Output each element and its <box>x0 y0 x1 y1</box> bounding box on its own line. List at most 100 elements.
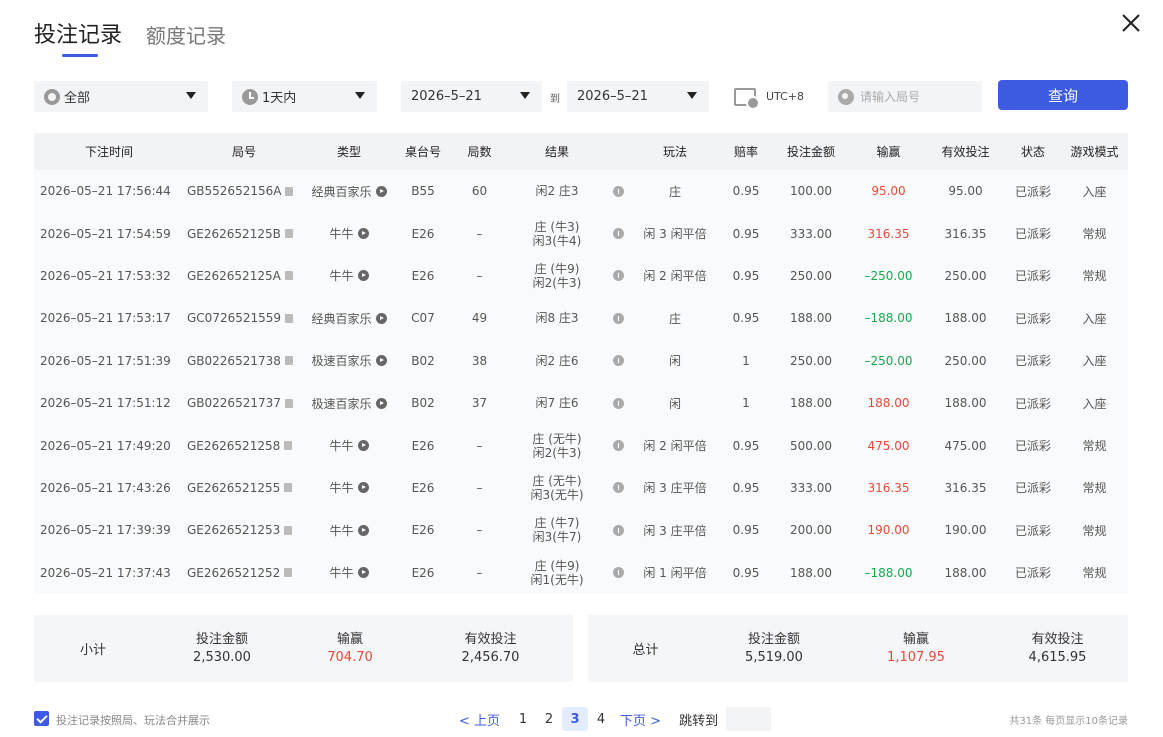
game-type-cell: 牛牛 <box>304 267 394 284</box>
play-replay-icon[interactable] <box>357 228 369 240</box>
info-icon[interactable] <box>612 312 624 324</box>
jump-to-page-input[interactable] <box>726 707 772 731</box>
game-type-cell: 经典百家乐 <box>304 310 394 327</box>
copy-icon[interactable] <box>284 525 293 535</box>
next-page-link[interactable]: 下页 > <box>620 710 661 729</box>
close-button[interactable] <box>1119 11 1143 35</box>
game-type-cell: 经典百家乐 <box>304 183 394 200</box>
bet-time: 2026–05–21 17:37:43 <box>40 565 171 580</box>
table-header: 下注时间 局号 类型 桌台号 局数 结果 玩法 赔率 投注金额 输赢 有效投注 … <box>34 133 1128 170</box>
info-icon[interactable] <box>612 567 624 579</box>
copy-icon[interactable] <box>284 229 293 239</box>
page-2-button[interactable]: 2 <box>536 707 562 731</box>
play-replay-icon[interactable] <box>357 482 369 494</box>
info-icon[interactable] <box>612 355 624 367</box>
total-valid-label: 有效投注 <box>1031 631 1084 647</box>
round-id-cell: GE2626521253 <box>184 523 304 537</box>
round-no: 49 <box>471 311 488 326</box>
valid-bet: 316.35 <box>944 480 987 495</box>
play-replay-icon[interactable] <box>357 270 369 282</box>
play-replay-icon[interactable] <box>375 397 387 409</box>
info-icon[interactable] <box>612 482 624 494</box>
game-type-cell: 极速百家乐 <box>304 395 394 412</box>
odds: 0.95 <box>732 565 760 580</box>
play-replay-icon[interactable] <box>375 312 387 324</box>
odds: 1 <box>742 353 750 368</box>
info-cell <box>607 312 629 324</box>
subtotal-bet-value: 2,530.00 <box>193 649 251 665</box>
tab-bet-records-label: 投注记录 <box>34 23 123 48</box>
bet-amount: 188.00 <box>790 565 832 580</box>
copy-icon[interactable] <box>284 398 293 408</box>
result-line: 庄 (牛9) <box>534 558 580 573</box>
play-replay-icon[interactable] <box>357 524 369 536</box>
play-replay-icon[interactable] <box>357 567 369 579</box>
copy-icon[interactable] <box>285 186 294 196</box>
subtotal-valid: 有效投注 2,456.70 <box>408 631 573 667</box>
prev-page-link[interactable]: < 上页 <box>459 710 500 729</box>
play-replay-icon[interactable] <box>357 440 369 452</box>
tab-bet-records[interactable]: 投注记录 <box>34 20 123 57</box>
bet-play: 闲 1 闲平倍 <box>643 566 707 581</box>
info-icon[interactable] <box>612 270 624 282</box>
total-label: 总计 <box>632 643 659 658</box>
game-mode: 入座 <box>1082 396 1107 411</box>
bet-amount: 333.00 <box>790 480 832 495</box>
game-mode: 常规 <box>1082 227 1107 242</box>
copy-icon[interactable] <box>284 271 293 281</box>
play-replay-icon[interactable] <box>375 185 387 197</box>
subtotal-bet: 投注金额 2,530.00 <box>152 631 292 667</box>
total-bet-value: 5,519.00 <box>745 649 803 665</box>
info-icon[interactable] <box>612 185 624 197</box>
valid-bet: 250.00 <box>944 353 987 368</box>
bet-amount: 250.00 <box>790 268 832 283</box>
round-id: GC0726521559 <box>187 311 282 326</box>
game-mode: 常规 <box>1082 523 1107 538</box>
play-replay-icon[interactable] <box>375 355 387 367</box>
time-range-select[interactable]: 1天内 <box>232 81 377 112</box>
timezone-picker[interactable]: UTC+8 <box>734 81 804 112</box>
odds: 0.95 <box>732 480 760 495</box>
page-4-button[interactable]: 4 <box>588 707 614 731</box>
info-cell <box>607 524 629 536</box>
round-search-input[interactable] <box>860 89 980 104</box>
subtotal-bet-label: 投注金额 <box>195 631 248 647</box>
round-id: GE262652125A <box>187 268 281 283</box>
round-id-cell: GE2626521252 <box>184 566 304 580</box>
page-1-button[interactable]: 1 <box>510 707 536 731</box>
tab-credit-records[interactable]: 额度记录 <box>146 20 226 52</box>
info-icon[interactable] <box>612 228 624 240</box>
page-3-button[interactable]: 3 <box>562 707 589 731</box>
copy-icon[interactable] <box>284 441 293 451</box>
table-no: E26 <box>411 565 435 580</box>
status: 已派彩 <box>1014 439 1051 454</box>
table-no: B02 <box>411 396 435 411</box>
result-line: 庄 (牛7) <box>534 516 580 531</box>
game-type: 牛牛 <box>329 523 354 538</box>
col-header-result: 结果 <box>544 144 569 159</box>
copy-icon[interactable] <box>284 568 293 578</box>
date-to-select[interactable]: 2026–5–21 <box>567 81 709 112</box>
status: 已派彩 <box>1014 227 1051 242</box>
game-type: 极速百家乐 <box>311 396 372 411</box>
merge-checkbox[interactable] <box>34 711 49 726</box>
game-type: 牛牛 <box>329 269 354 284</box>
info-icon[interactable] <box>612 524 624 536</box>
round-search-field[interactable] <box>828 81 982 112</box>
copy-icon[interactable] <box>284 483 293 493</box>
game-select[interactable]: 全部 <box>34 81 208 112</box>
bet-play: 闲 3 庄平倍 <box>643 481 707 496</box>
result-line: 闲3(无牛) <box>530 487 584 502</box>
copy-icon[interactable] <box>285 313 294 323</box>
info-cell <box>607 567 629 579</box>
date-from-select[interactable]: 2026–5–21 <box>401 81 542 112</box>
col-header-time: 下注时间 <box>84 145 133 159</box>
table-no: E26 <box>411 523 435 538</box>
jump-to-label: 跳转到 <box>679 713 719 729</box>
query-button[interactable]: 查询 <box>998 80 1128 110</box>
copy-icon[interactable] <box>284 356 293 366</box>
round-id-cell: GB0226521737 <box>184 396 304 410</box>
game-select-value: 全部 <box>64 91 91 106</box>
info-icon[interactable] <box>612 397 624 409</box>
info-icon[interactable] <box>612 440 624 452</box>
